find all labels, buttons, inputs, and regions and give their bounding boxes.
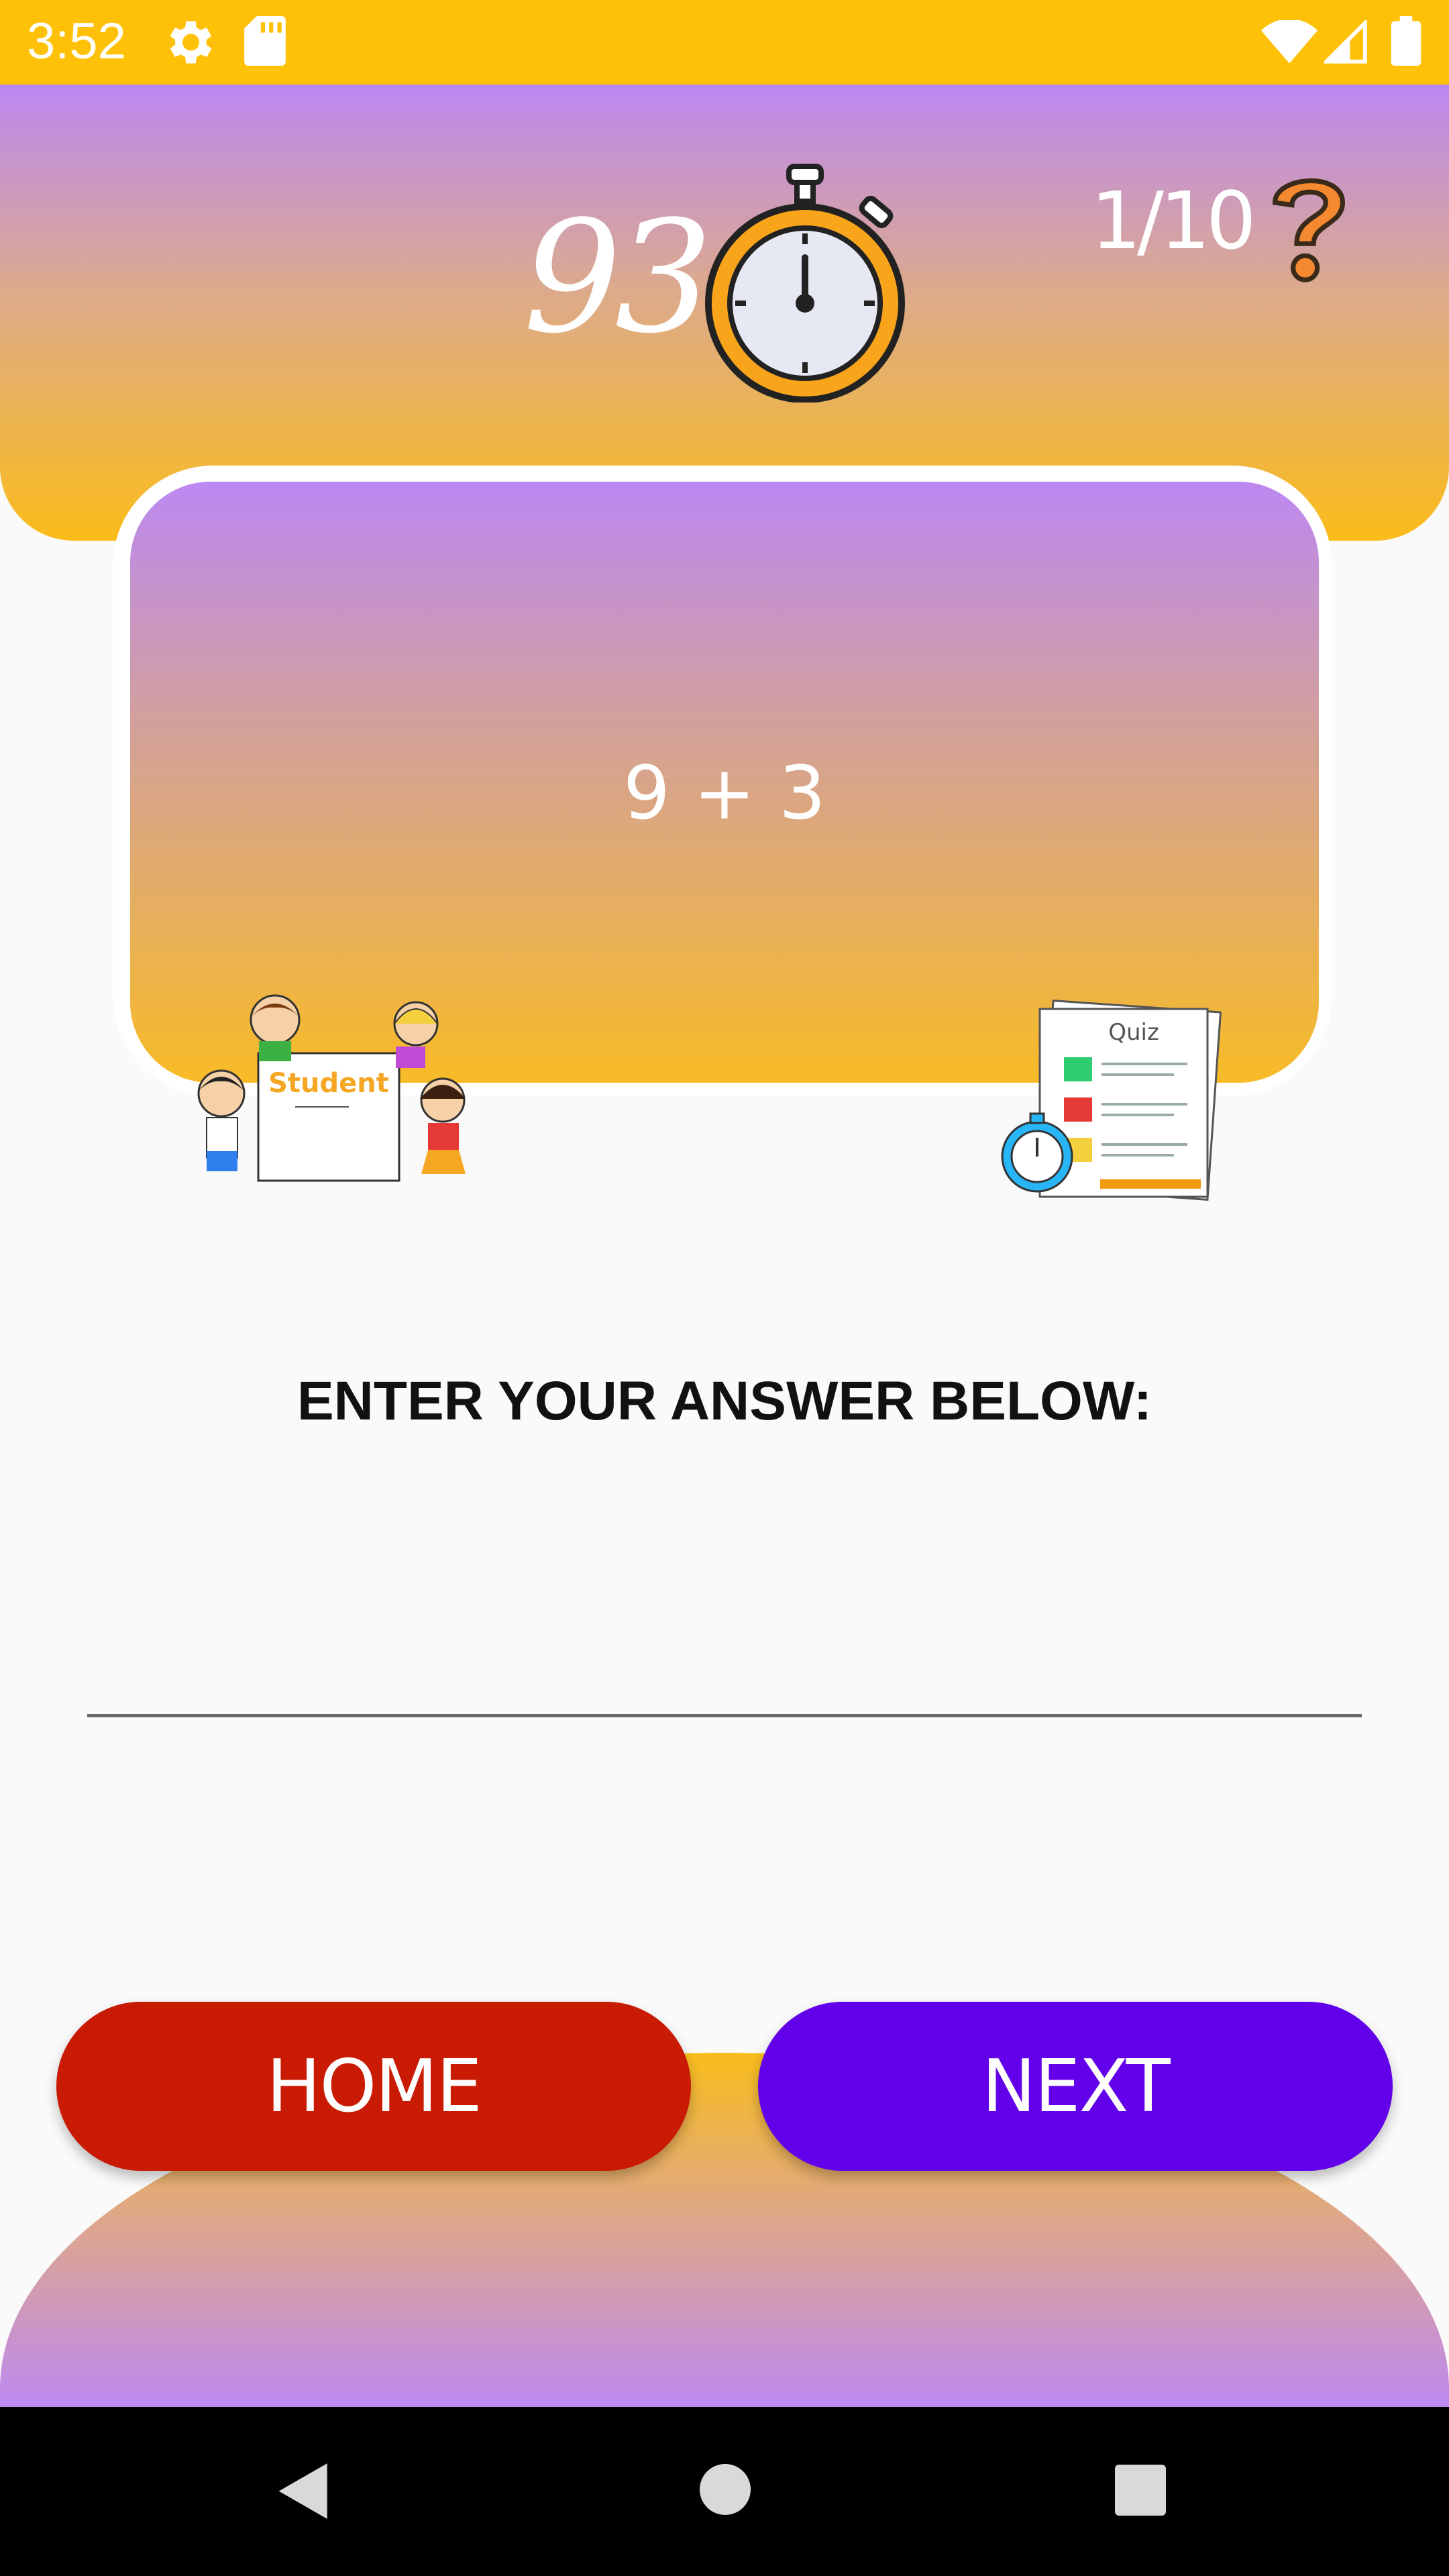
question-mark-icon[interactable] — [1260, 166, 1358, 287]
status-bar: 3:52 — [0, 0, 1449, 85]
home-button-label: HOME — [266, 2044, 482, 2129]
signal-icon — [1324, 20, 1367, 64]
home-circle-icon[interactable] — [699, 2463, 751, 2516]
quiz-doc-text: Quiz — [1108, 1019, 1159, 1046]
next-button[interactable]: NEXT — [758, 2002, 1393, 2171]
gear-icon — [170, 21, 212, 64]
back-icon[interactable] — [271, 2458, 338, 2525]
students-illustration: Student — [197, 994, 466, 1182]
question-progress: 1/10 — [1091, 174, 1256, 267]
home-button[interactable]: HOME — [56, 2002, 691, 2171]
stopwatch-icon — [705, 164, 905, 402]
next-button-label: NEXT — [981, 2044, 1170, 2129]
answer-label: ENTER YOUR ANSWER BELOW: — [297, 1371, 1152, 1432]
status-time: 3:52 — [27, 13, 126, 70]
battery-icon — [1391, 16, 1421, 66]
student-sign-text: Student — [268, 1068, 389, 1099]
timer-value: 93 — [523, 189, 713, 368]
answer-input[interactable] — [87, 1543, 1362, 1717]
sd-card-icon — [244, 16, 286, 66]
recent-apps-icon[interactable] — [1114, 2463, 1167, 2517]
question-text: 9 + 3 — [623, 750, 826, 836]
wifi-icon — [1261, 20, 1318, 64]
quiz-illustration: Quiz — [1001, 1000, 1222, 1201]
